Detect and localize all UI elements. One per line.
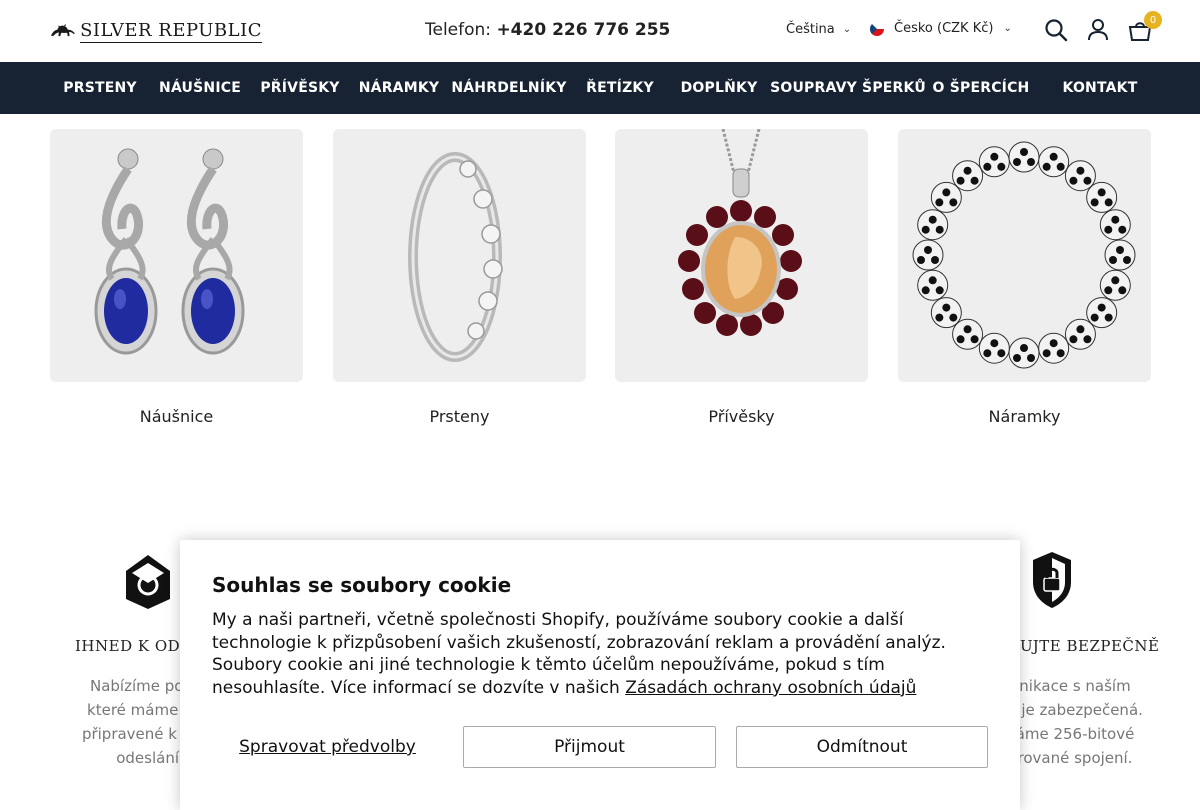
chevron-down-icon: ⌄: [1003, 23, 1012, 34]
bracelet-image[interactable]: [898, 129, 1151, 382]
main-navigation: PRSTENY NÁUŠNICE PŘÍVĚSKY NÁRAMKY NÁHRDE…: [0, 62, 1200, 114]
category-card-nausnice[interactable]: Náušnice: [50, 129, 303, 426]
category-grid: Náušnice Prsteny Přívěsky Náramky: [50, 129, 1151, 439]
category-label[interactable]: Prsteny: [333, 407, 586, 426]
nav-item-privesky[interactable]: PŘÍVĚSKY: [252, 62, 348, 114]
logo-text: SILVER REPUBLIC: [80, 19, 262, 43]
cookie-text: My a naši partneři, včetně společnosti S…: [212, 610, 946, 698]
cart-icon[interactable]: 0: [1128, 11, 1162, 43]
category-label[interactable]: Přívěsky: [615, 407, 868, 426]
header-icons: 0: [1044, 11, 1162, 43]
cookie-actions: Spravovat předvolby Přijmout Odmítnout: [212, 726, 988, 768]
language-selector[interactable]: Čeština ⌄: [786, 22, 851, 37]
nav-item-soupravy-sperku[interactable]: SOUPRAVY ŠPERKŮ: [770, 62, 926, 114]
ring-image[interactable]: [333, 129, 586, 382]
category-card-privesky[interactable]: Přívěsky: [615, 129, 868, 426]
category-card-prsteny[interactable]: Prsteny: [333, 129, 586, 426]
category-label[interactable]: Náramky: [898, 407, 1151, 426]
chevron-down-icon: ⌄: [842, 24, 852, 35]
pendant-image[interactable]: [615, 129, 868, 382]
earrings-image[interactable]: [50, 129, 303, 382]
accept-button[interactable]: Přijmout: [463, 726, 716, 768]
search-icon[interactable]: [1044, 17, 1068, 43]
country-selector[interactable]: Česko (CZK Kč) ⌄: [870, 21, 1012, 36]
cookie-consent-dialog: Souhlas se soubory cookie My a naši part…: [180, 540, 1020, 810]
category-card-naramky[interactable]: Náramky: [898, 129, 1151, 426]
shield-lock-icon: [1031, 550, 1073, 614]
top-bar: SILVER REPUBLIC Telefon: +420 226 776 25…: [0, 0, 1200, 62]
nav-item-nausnice[interactable]: NÁUŠNICE: [152, 62, 248, 114]
language-label: Čeština: [786, 22, 835, 37]
decline-button[interactable]: Odmítnout: [736, 726, 988, 768]
cart-count-badge: 0: [1144, 11, 1162, 29]
country-label: Česko (CZK Kč): [894, 21, 994, 36]
nav-item-naramky[interactable]: NÁRAMKY: [352, 62, 446, 114]
czech-flag-icon: [870, 21, 884, 36]
cookie-title: Souhlas se soubory cookie: [212, 573, 512, 597]
privacy-policy-link[interactable]: Zásadách ochrany osobních údajů: [625, 678, 916, 698]
nav-item-doplnky[interactable]: DOPLŇKY: [672, 62, 766, 114]
phone-label: Telefon:: [425, 20, 492, 40]
nav-item-retizky[interactable]: ŘETÍZKY: [572, 62, 668, 114]
feature-title-security: UJTE BEZPEČNĚ: [1020, 637, 1160, 655]
manage-preferences-button[interactable]: Spravovat předvolby: [212, 726, 443, 768]
lion-logo-icon: [50, 24, 76, 37]
nav-item-prsteny[interactable]: PRSTENY: [52, 62, 148, 114]
phone-contact[interactable]: Telefon: +420 226 776 255: [425, 20, 670, 40]
nav-item-nahrdelniky[interactable]: NÁHRDELNÍKY: [451, 62, 566, 114]
category-label[interactable]: Náušnice: [50, 407, 303, 426]
ring-box-icon: [122, 551, 174, 615]
phone-number[interactable]: +420 226 776 255: [496, 20, 670, 40]
account-icon[interactable]: [1086, 17, 1110, 43]
logo[interactable]: SILVER REPUBLIC: [50, 14, 262, 48]
nav-item-o-spercich[interactable]: O ŠPERCÍCH: [930, 62, 1032, 114]
nav-item-kontakt[interactable]: KONTAKT: [1052, 62, 1148, 114]
